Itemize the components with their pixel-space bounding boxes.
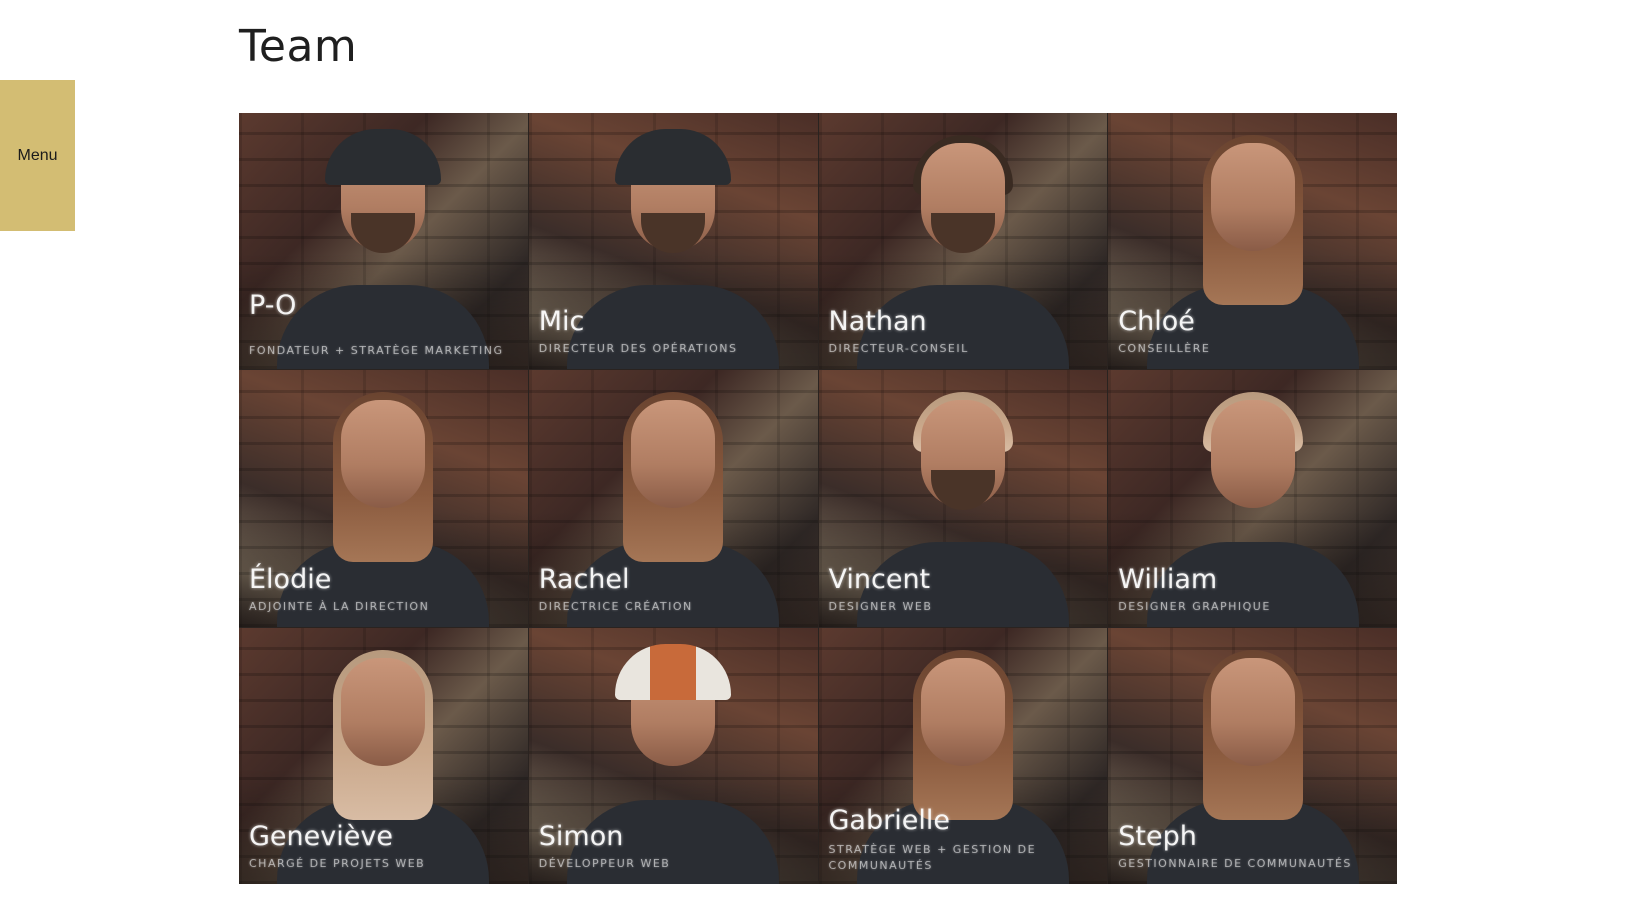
team-member-card-gabrielle[interactable]: Gabrielle Stratège web + gestion de comm… bbox=[818, 627, 1108, 884]
team-member-card-rachel[interactable]: Rachel Directrice création bbox=[528, 370, 818, 627]
member-name: Chloé bbox=[1118, 306, 1195, 338]
portrait-photo bbox=[567, 129, 780, 370]
team-member-card-po[interactable]: P-O Fondateur + stratège marketing bbox=[239, 113, 528, 370]
portrait-photo bbox=[567, 392, 780, 627]
member-name: Mic bbox=[538, 306, 585, 338]
portrait-photo bbox=[1146, 135, 1359, 370]
page-title: Team bbox=[239, 21, 358, 72]
member-role: Adjointe à la direction bbox=[249, 599, 430, 613]
member-role: Fondateur + stratège marketing bbox=[249, 344, 504, 358]
member-role: Développeur web bbox=[538, 857, 671, 870]
member-name: P-O bbox=[249, 290, 297, 322]
team-grid: P-O Fondateur + stratège marketing Mic D… bbox=[239, 113, 1397, 884]
member-name: Vincent bbox=[828, 563, 931, 595]
member-name: Simon bbox=[538, 821, 624, 852]
member-role: Directrice création bbox=[538, 599, 693, 613]
team-member-card-mic[interactable]: Mic Directeur des opérations bbox=[528, 113, 818, 370]
team-member-card-william[interactable]: William Designer graphique bbox=[1108, 370, 1397, 627]
member-name: Rachel bbox=[538, 563, 630, 595]
team-member-card-chloe[interactable]: Chloé Conseillère bbox=[1108, 113, 1397, 370]
portrait-photo bbox=[856, 392, 1069, 627]
member-role: Designer web bbox=[828, 599, 933, 613]
team-member-card-simon[interactable]: Simon Développeur web bbox=[528, 627, 818, 884]
member-role: Conseillère bbox=[1118, 342, 1211, 356]
member-role: Designer graphique bbox=[1118, 599, 1271, 613]
portrait-photo bbox=[567, 643, 780, 884]
member-name: Nathan bbox=[828, 306, 927, 338]
portrait-photo bbox=[1146, 392, 1359, 627]
portrait-photo bbox=[277, 649, 490, 884]
member-name: Steph bbox=[1118, 821, 1197, 852]
team-member-card-steph[interactable]: Steph Gestionnaire de communautés bbox=[1108, 627, 1397, 884]
team-member-card-nathan[interactable]: Nathan Directeur-conseil bbox=[818, 113, 1108, 370]
portrait-photo bbox=[856, 135, 1069, 370]
team-member-card-elodie[interactable]: Élodie Adjointe à la direction bbox=[239, 370, 528, 627]
portrait-photo bbox=[277, 129, 490, 370]
member-role: Stratège web + gestion de communautés bbox=[828, 843, 1037, 872]
member-role: Chargé de projets web bbox=[249, 857, 426, 870]
member-name: Geneviève bbox=[249, 821, 393, 852]
portrait-photo bbox=[277, 392, 490, 627]
member-name: William bbox=[1118, 563, 1218, 595]
member-name: Élodie bbox=[249, 563, 332, 595]
menu-button[interactable]: Menu bbox=[0, 80, 75, 231]
member-role: Directeur des opérations bbox=[538, 342, 738, 356]
team-member-card-vincent[interactable]: Vincent Designer web bbox=[818, 370, 1108, 627]
member-role: Directeur-conseil bbox=[828, 342, 969, 356]
portrait-photo bbox=[1146, 649, 1359, 884]
portrait-photo bbox=[856, 649, 1069, 884]
team-member-card-genevieve[interactable]: Geneviève Chargé de projets web bbox=[239, 627, 528, 884]
member-name: Gabrielle bbox=[828, 805, 950, 836]
member-role: Gestionnaire de communautés bbox=[1118, 857, 1352, 870]
